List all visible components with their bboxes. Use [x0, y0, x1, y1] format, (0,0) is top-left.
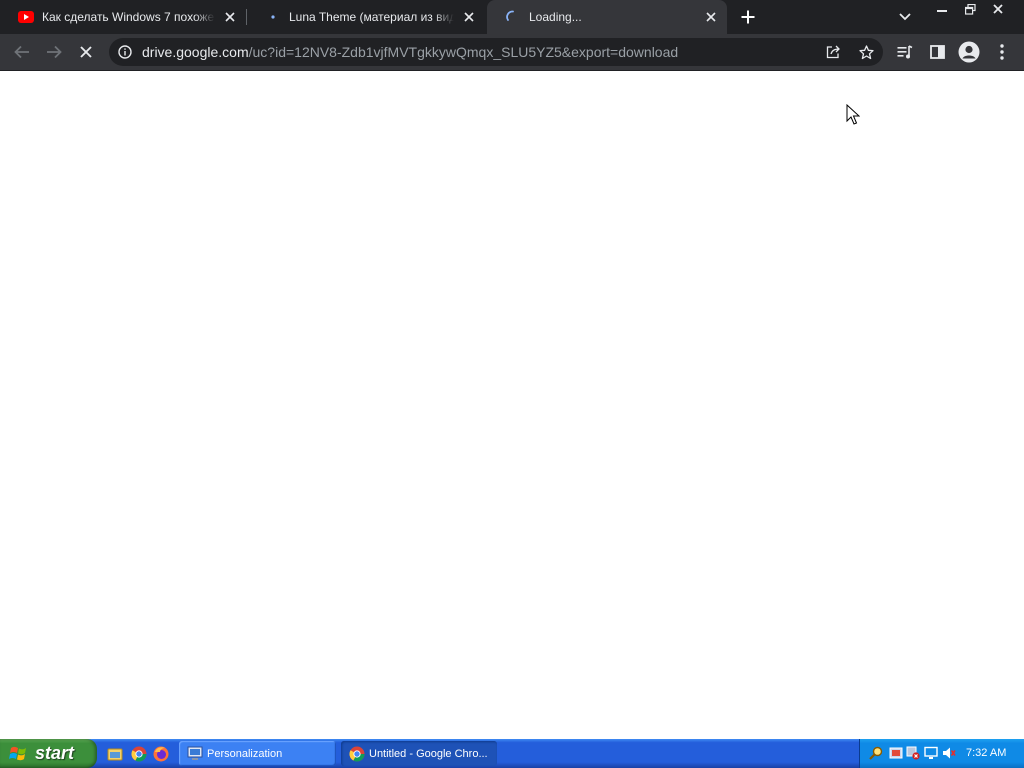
start-button[interactable]: start — [0, 739, 97, 768]
plus-icon — [741, 10, 755, 24]
menu-icon — [1000, 44, 1004, 60]
close-window-button[interactable] — [984, 0, 1012, 18]
tab-title: Как сделать Windows 7 похожей на Windows… — [42, 10, 215, 24]
side-panel-button[interactable] — [923, 38, 951, 66]
taskbar: start Personalization Untitled - Google … — [0, 739, 1024, 768]
loading-spinner-icon — [505, 9, 521, 25]
browser-toolbar: drive.google.com/uc?id=12NV8-Zdb1vjfMVTg… — [0, 34, 1024, 71]
profile-icon — [958, 41, 980, 63]
site-info-icon[interactable] — [117, 44, 133, 60]
tab-strip: Как сделать Windows 7 похожей на Windows… — [0, 0, 1024, 34]
firefox-icon — [153, 746, 169, 762]
tab-search-button[interactable] — [893, 5, 917, 29]
quick-launch-explorer[interactable] — [106, 745, 124, 763]
media-controls-button[interactable] — [891, 38, 919, 66]
tab-youtube[interactable]: Как сделать Windows 7 похожей на Windows… — [0, 0, 246, 34]
chrome-icon — [349, 746, 365, 762]
tray-app-icon[interactable] — [889, 746, 903, 760]
url-text[interactable]: drive.google.com/uc?id=12NV8-Zdb1vjfMVTg… — [142, 45, 678, 59]
tab-loading[interactable]: Loading... — [487, 0, 727, 34]
menu-button[interactable] — [988, 38, 1016, 66]
address-bar[interactable]: drive.google.com/uc?id=12NV8-Zdb1vjfMVTg… — [109, 38, 883, 66]
display-tray-icon[interactable] — [924, 746, 938, 760]
quick-launch-firefox[interactable] — [152, 745, 170, 763]
minimize-icon — [937, 10, 947, 12]
new-tab-button[interactable] — [736, 5, 760, 29]
explorer-icon — [107, 748, 123, 761]
share-icon — [826, 45, 840, 59]
taskbar-item-label: Untitled - Google Chro... — [369, 747, 488, 760]
taskbar-item-personalization[interactable]: Personalization — [179, 741, 336, 766]
page-content[interactable] — [0, 71, 1024, 739]
side-panel-icon — [929, 45, 945, 59]
notification-area: 7:32 AM — [859, 739, 1024, 768]
quick-launch-chrome[interactable] — [130, 745, 148, 763]
tab-title: Loading... — [529, 10, 582, 24]
window-controls — [928, 0, 1012, 18]
bookmark-button[interactable] — [855, 41, 877, 63]
network-error-icon[interactable] — [906, 746, 920, 760]
url-host: drive.google.com — [142, 44, 249, 60]
restore-icon — [964, 3, 976, 15]
bookmark-star-icon — [858, 44, 874, 59]
stop-loading-icon — [80, 46, 92, 58]
taskbar-item-chrome[interactable]: Untitled - Google Chro... — [341, 741, 497, 766]
profile-button[interactable] — [955, 38, 983, 66]
forward-icon — [47, 45, 62, 59]
volume-muted-icon[interactable] — [942, 746, 956, 760]
close-tab-icon[interactable] — [460, 8, 478, 26]
clock[interactable]: 7:32 AM — [966, 747, 1006, 759]
minimize-button[interactable] — [928, 0, 956, 18]
restore-button[interactable] — [956, 0, 984, 18]
windows-flag-icon — [9, 746, 26, 760]
youtube-icon — [18, 9, 34, 25]
tab-title: Luna Theme (материал из видеоурока) — [289, 10, 454, 24]
mouse-cursor-icon — [846, 104, 860, 125]
chevron-down-icon — [899, 13, 911, 21]
start-label: start — [35, 743, 75, 763]
stop-loading-button[interactable] — [72, 38, 100, 66]
back-icon — [14, 45, 29, 59]
chrome-icon — [131, 746, 147, 762]
dot-icon — [265, 9, 281, 25]
share-button[interactable] — [822, 41, 844, 63]
search-icon[interactable] — [869, 746, 883, 760]
forward-button[interactable] — [40, 38, 68, 66]
taskbar-item-label: Personalization — [207, 747, 283, 760]
back-button[interactable] — [8, 38, 36, 66]
url-path: /uc?id=12NV8-Zdb1vjfMVTgkkywQmqx_SLU5YZ5… — [248, 44, 679, 60]
media-controls-icon — [897, 45, 913, 59]
close-tab-icon[interactable] — [702, 8, 720, 26]
close-icon — [993, 4, 1003, 14]
tab-luna-theme[interactable]: Luna Theme (материал из видеоурока) — [247, 0, 485, 34]
close-tab-icon[interactable] — [221, 8, 239, 26]
display-icon — [187, 746, 203, 762]
